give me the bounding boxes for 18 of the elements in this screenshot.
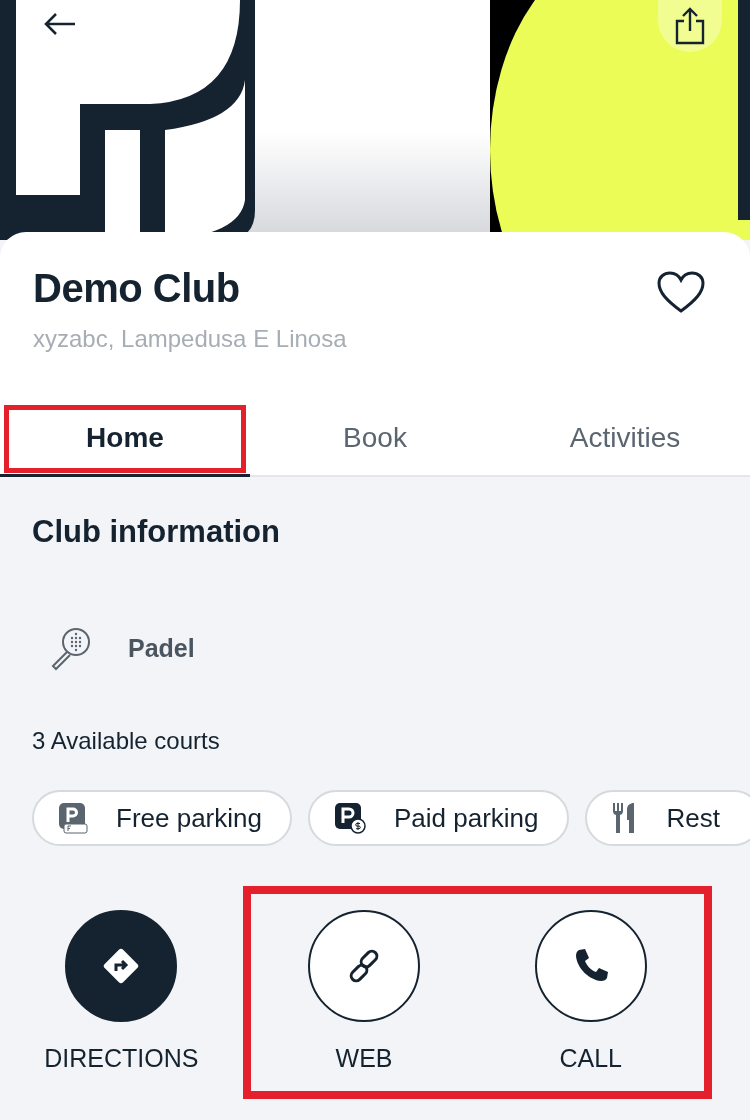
sport-name: Padel (128, 633, 195, 663)
paid-parking-icon (333, 802, 366, 834)
back-arrow-icon[interactable] (42, 11, 78, 37)
action-label: CALL (559, 1044, 622, 1073)
action-label: DIRECTIONS (44, 1044, 199, 1073)
amenity-label: Free parking (116, 802, 262, 834)
section-title: Club information (32, 514, 281, 550)
club-address: xyzabc, Lampedusa E Linosa (33, 325, 347, 353)
tab[interactable]: Book (250, 401, 500, 477)
amenity-label: Paid parking (393, 802, 539, 834)
amenity-label: Rest (666, 802, 720, 834)
tab[interactable]: Activities (500, 401, 750, 477)
action-label: WEB (335, 1044, 393, 1073)
tab[interactable]: Home (0, 401, 250, 477)
club-name: Demo Club (33, 266, 241, 311)
courts-count: 3 Available courts (32, 727, 221, 755)
free-parking-icon (58, 802, 88, 834)
share-icon[interactable] (658, 0, 722, 52)
